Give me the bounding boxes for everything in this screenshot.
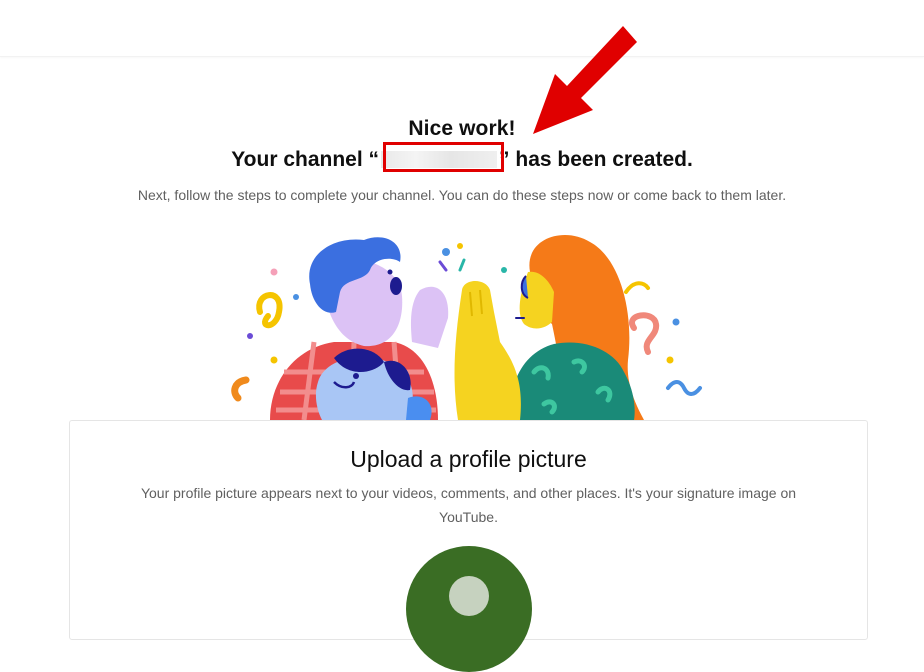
channel-suffix-text: ” has been created. [499,148,693,171]
celebration-illustration [231,234,702,420]
success-headline: Nice work! [408,117,516,140]
card-title: Upload a profile picture [350,446,587,472]
annotation-highlight-box [383,142,504,172]
top-bar [0,0,924,57]
profile-avatar-icon[interactable] [406,546,532,672]
red-arrow-icon [533,26,637,134]
channel-prefix-text: Your channel “ [231,148,380,171]
profile-picture-card: Upload a profile picture Your profile pi… [69,420,868,672]
card-description: Your profile picture appears next to you… [140,485,797,525]
next-steps-subtitle: Next, follow the steps to complete your … [137,187,787,203]
avatar-head-icon [449,576,489,616]
